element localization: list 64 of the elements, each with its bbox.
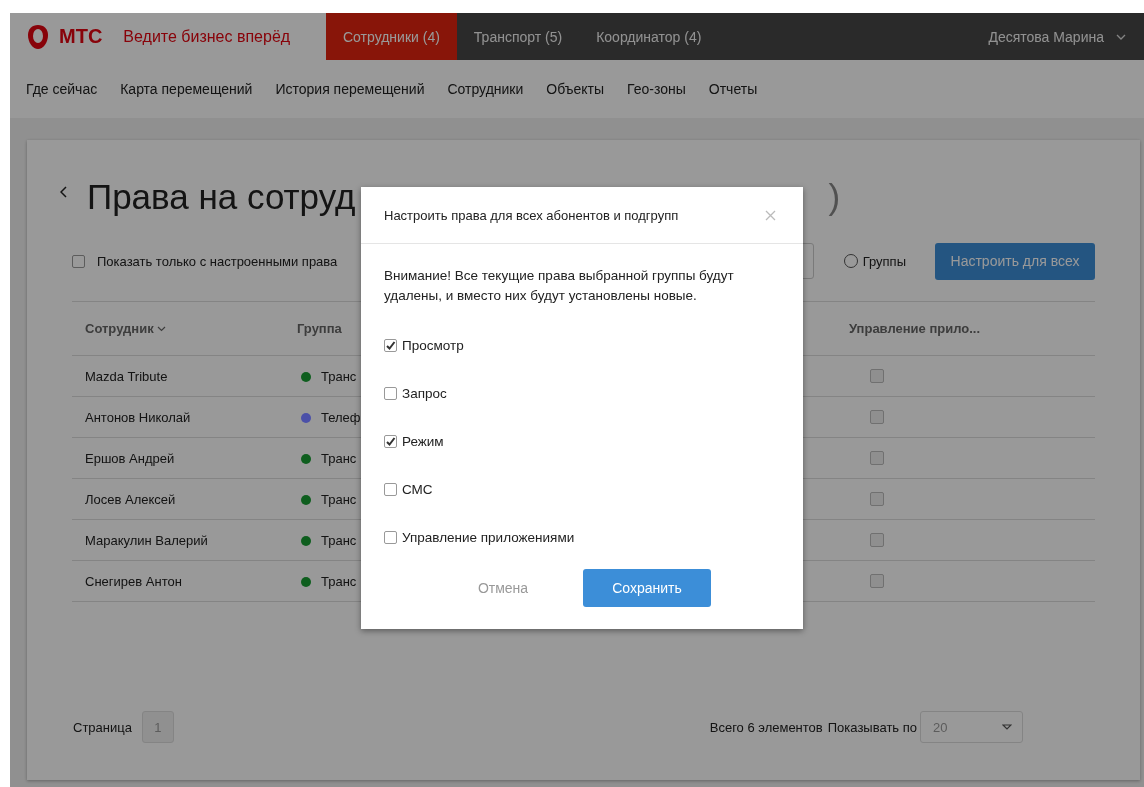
checkbox[interactable] bbox=[384, 482, 397, 496]
table-cell-text: Mazda Tribute bbox=[84, 368, 168, 384]
sort-chevron-icon bbox=[156, 325, 166, 332]
nav-link[interactable]: Объекты bbox=[546, 81, 605, 97]
page-title: Права на сотруд bbox=[87, 176, 356, 217]
table-cell: Транс bbox=[321, 532, 357, 548]
user-menu[interactable]: Десятова Марина bbox=[988, 13, 1144, 60]
table-cell: Транс bbox=[321, 491, 357, 507]
table-cell-text: Лосев Алексей bbox=[84, 491, 176, 507]
table-cell-text: Антонов Николай bbox=[84, 409, 191, 425]
table-cell: Транс bbox=[321, 368, 357, 384]
checkbox-label: Просмотр bbox=[402, 337, 464, 353]
slogan: Ведите бизнес вперёд bbox=[123, 27, 291, 46]
warning-text: Внимание! Все текущие права выбранной группы будут удалены, и вместо них будут установлены новые. bbox=[384, 267, 735, 305]
checkbox[interactable] bbox=[870, 492, 884, 506]
checkbox[interactable] bbox=[384, 386, 397, 400]
checkbox[interactable] bbox=[384, 338, 397, 352]
page-title: ) bbox=[828, 176, 841, 217]
header-tab[interactable]: Координатор (4) bbox=[579, 13, 719, 60]
checkbox[interactable] bbox=[870, 369, 884, 383]
nav-link[interactable]: Карта перемещений bbox=[120, 81, 253, 97]
checkbox-label: СМС bbox=[402, 481, 433, 497]
checkbox[interactable] bbox=[384, 434, 397, 448]
checkbox-label: Управление приложениями bbox=[402, 529, 575, 545]
checkbox[interactable] bbox=[870, 574, 884, 588]
nav-link[interactable]: Гео-зоны bbox=[627, 81, 686, 97]
logo-text: МТС bbox=[59, 25, 103, 48]
header-tab[interactable]: Сотрудники (4) bbox=[326, 13, 457, 60]
checkbox-label: Запрос bbox=[402, 385, 447, 401]
egg-logo-icon bbox=[27, 23, 49, 50]
table-cell: Транс bbox=[321, 573, 357, 589]
table-cell-text: Ершов Андрей bbox=[84, 450, 175, 466]
checkbox[interactable] bbox=[870, 410, 884, 424]
checkbox-label: Режим bbox=[402, 433, 444, 449]
nav-link[interactable]: История перемещений bbox=[275, 81, 425, 97]
checkbox[interactable] bbox=[72, 254, 85, 268]
column-header: Группа bbox=[297, 321, 343, 336]
dialog-title: Настроить права для всех абонентов и подгрупп bbox=[384, 207, 679, 223]
dropdown-caret-icon bbox=[1002, 724, 1012, 730]
nav-link[interactable]: Сотрудники bbox=[447, 81, 524, 97]
column-header: Управление прило... bbox=[848, 321, 982, 336]
column-header[interactable]: Сотрудник bbox=[72, 321, 166, 336]
close-icon bbox=[765, 209, 776, 221]
table-cell: Транс bbox=[321, 450, 357, 466]
back-chevron-icon bbox=[60, 185, 68, 198]
table-cell-text: Снегирев Антон bbox=[84, 573, 182, 589]
checkbox[interactable] bbox=[870, 451, 884, 465]
save-button[interactable]: Сохранить bbox=[583, 569, 711, 607]
nav-link[interactable]: Отчеты bbox=[708, 81, 758, 97]
per-page-label: Показывать по bbox=[827, 719, 917, 735]
table-cell: Телеф bbox=[321, 409, 361, 425]
page-label: Страница bbox=[73, 719, 132, 735]
table-cell-text: Маракулин Валерий bbox=[84, 532, 208, 548]
checkbox-label: Показать только с настроенными права bbox=[97, 253, 338, 269]
per-page-select[interactable]: 20 bbox=[920, 711, 1023, 743]
radio-label: Группы bbox=[862, 253, 906, 269]
checkbox[interactable] bbox=[870, 533, 884, 547]
close-button[interactable] bbox=[765, 209, 776, 221]
nav-link[interactable]: Где сейчас bbox=[26, 81, 98, 97]
cancel-button[interactable]: Отмена bbox=[453, 569, 553, 607]
configure-all-button[interactable]: Настроить для всех bbox=[935, 242, 1095, 280]
total-count: Всего 6 элементов bbox=[709, 719, 823, 735]
checkbox[interactable] bbox=[384, 530, 397, 544]
chevron-down-icon bbox=[1116, 33, 1126, 40]
